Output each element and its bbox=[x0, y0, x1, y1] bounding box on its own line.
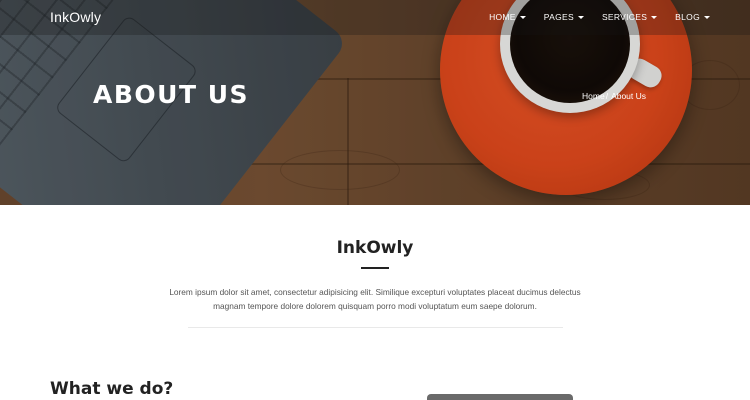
intro-title: InkOwly bbox=[336, 238, 414, 258]
nav-item-pages[interactable]: PAGES bbox=[544, 12, 584, 22]
breadcrumb-home-link[interactable]: Home bbox=[582, 91, 605, 101]
nav-item-label: BLOG bbox=[675, 12, 700, 22]
nav-item-label: PAGES bbox=[543, 12, 574, 22]
page-title: ABOUT US bbox=[93, 80, 250, 109]
nav-item-blog[interactable]: BLOG bbox=[675, 12, 710, 22]
nav-item-label: SERVICES bbox=[601, 12, 648, 22]
section-divider bbox=[188, 327, 563, 328]
breadcrumb: Home / About Us bbox=[582, 91, 646, 101]
nav-item-label: HOME bbox=[489, 12, 516, 22]
caret-down-icon bbox=[577, 15, 584, 19]
caret-down-icon bbox=[651, 15, 658, 19]
title-underline bbox=[361, 267, 389, 269]
what-we-do-heading: What we do? bbox=[50, 379, 174, 399]
caret-down-icon bbox=[519, 15, 526, 19]
breadcrumb-separator: / bbox=[605, 91, 609, 101]
media-placeholder bbox=[427, 394, 573, 400]
nav-item-home[interactable]: HOME bbox=[489, 12, 526, 22]
top-navbar: InkOwly HOME PAGES SERVICES BLOG bbox=[0, 0, 750, 35]
breadcrumb-current: About Us bbox=[611, 91, 647, 101]
brand-logo[interactable]: InkOwly bbox=[50, 9, 101, 25]
main-nav: HOME PAGES SERVICES BLOG bbox=[471, 12, 710, 22]
nav-item-services[interactable]: SERVICES bbox=[601, 12, 658, 22]
intro-text: Lorem ipsum dolor sit amet, consectetur … bbox=[169, 287, 581, 311]
caret-down-icon bbox=[704, 15, 710, 19]
